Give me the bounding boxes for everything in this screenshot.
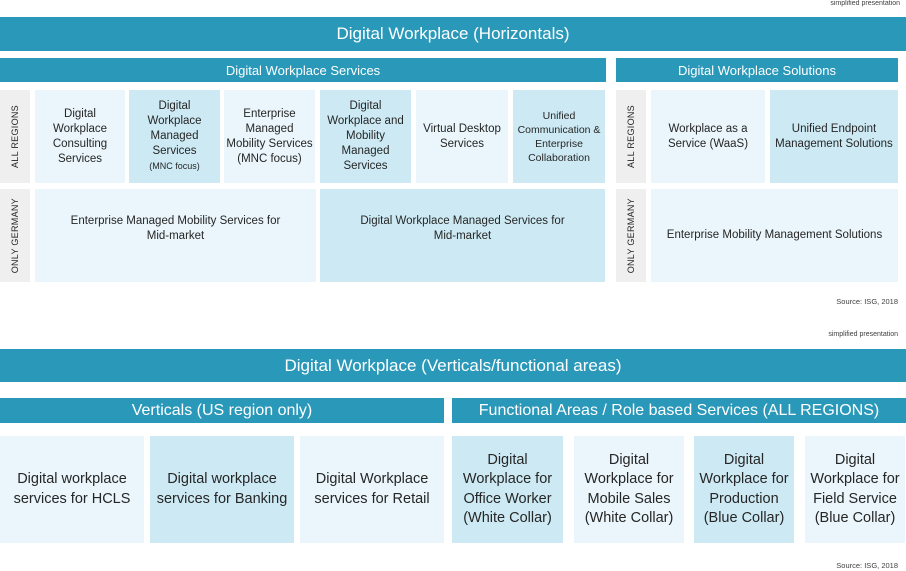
cell-text: Digital Workplace for Production (Blue C…	[699, 451, 789, 527]
service-cell-dw-midmarket: Digital Workplace Managed Services for M…	[320, 189, 605, 282]
vertical-cell-banking: Digital workplace services for Banking	[150, 436, 294, 543]
cell-text: Digital workplace services for HCLS	[13, 471, 131, 507]
solution-cell-waas: Workplace as a Service (WaaS)	[651, 90, 765, 183]
region-text: ALL REGIONS	[10, 105, 20, 168]
verticals-title-bar: Digital Workplace (Verticals/functional …	[0, 349, 906, 382]
service-cell-ucc: Unified Communication & Enterprise Colla…	[513, 90, 605, 183]
solutions-header-bar: Digital Workplace Solutions	[616, 58, 898, 82]
region-text: ONLY GERMANY	[10, 197, 20, 274]
region-label-only-germany: ONLY GERMANY	[0, 189, 30, 282]
functional-cell-field-service: Digital Workplace for Field Service (Blu…	[805, 436, 905, 543]
source-note-top: Source: ISG, 2018	[836, 297, 898, 306]
simplified-note-top: simplified presentation	[830, 0, 900, 7]
cell-text: Digital Workplace for Mobile Sales (Whit…	[584, 451, 674, 527]
service-cell-dw-mobility-managed: Digital Workplace and Mobility Managed S…	[320, 90, 411, 183]
cell-subtext: (MNC focus)	[149, 161, 200, 171]
region-text: ONLY GERMANY	[626, 197, 636, 274]
source-note-bottom: Source: ISG, 2018	[836, 561, 898, 570]
solution-cell-emm-solutions: Enterprise Mobility Management Solutions	[651, 189, 898, 282]
services-header-bar: Digital Workplace Services	[0, 58, 606, 82]
cell-text: Digital Workplace Managed Services	[147, 100, 202, 157]
functional-cell-office-worker: Digital Workplace for Office Worker (Whi…	[452, 436, 563, 543]
cell-text: Digital workplace services for Banking	[156, 471, 288, 507]
service-cell-virtual-desktop: Virtual Desktop Services	[416, 90, 508, 183]
vertical-cell-hcls: Digital workplace services for HCLS	[0, 436, 144, 543]
cell-text: Workplace as a Service (WaaS)	[667, 122, 749, 150]
service-cell-dw-managed: Digital Workplace Managed Services (MNC f…	[129, 90, 220, 183]
functional-cell-production: Digital Workplace for Production (Blue C…	[694, 436, 794, 543]
cell-text: Digital Workplace for Field Service (Blu…	[810, 451, 900, 527]
service-cell-emm-midmarket: Enterprise Managed Mobility Services for…	[35, 189, 316, 282]
solution-cell-uem: Unified Endpoint Management Solutions	[770, 90, 898, 183]
cell-text: Virtual Desktop Services	[423, 122, 501, 150]
region-text: ALL REGIONS	[626, 105, 636, 168]
service-cell-emm-services: Enterprise Managed Mobility Services (MN…	[224, 90, 315, 183]
region-label-all-regions-solutions: ALL REGIONS	[616, 90, 646, 183]
cell-text: Digital Workplace for Office Worker (Whi…	[462, 451, 553, 527]
service-cell-consulting: Digital Workplace Consulting Services	[35, 90, 125, 183]
cell-text: Digital Workplace services for Retail	[314, 471, 430, 507]
region-label-only-germany-solutions: ONLY GERMANY	[616, 189, 646, 282]
cell-text: Enterprise Managed Mobility Services for…	[70, 214, 281, 242]
cell-text: Unified Endpoint Management Solutions	[775, 122, 893, 150]
cell-text: Unified Communication & Enterprise Colla…	[517, 109, 601, 164]
cell-text: Enterprise Mobility Management Solutions	[666, 229, 883, 241]
simplified-note-bottom: simplified presentation	[828, 331, 898, 338]
verticals-header-bar: Verticals (US region only)	[0, 398, 444, 423]
cell-text: Digital Workplace Consulting Services	[52, 107, 108, 165]
horizontals-title-bar: Digital Workplace (Horizontals)	[0, 17, 906, 51]
functional-header-bar: Functional Areas / Role based Services (…	[452, 398, 906, 423]
region-label-all-regions: ALL REGIONS	[0, 90, 30, 183]
cell-text: Digital Workplace and Mobility Managed S…	[327, 100, 404, 172]
cell-text: Digital Workplace Managed Services for M…	[360, 214, 565, 242]
vertical-cell-retail: Digital Workplace services for Retail	[300, 436, 444, 543]
cell-text: Enterprise Managed Mobility Services (MN…	[226, 107, 313, 165]
functional-cell-mobile-sales: Digital Workplace for Mobile Sales (Whit…	[574, 436, 684, 543]
